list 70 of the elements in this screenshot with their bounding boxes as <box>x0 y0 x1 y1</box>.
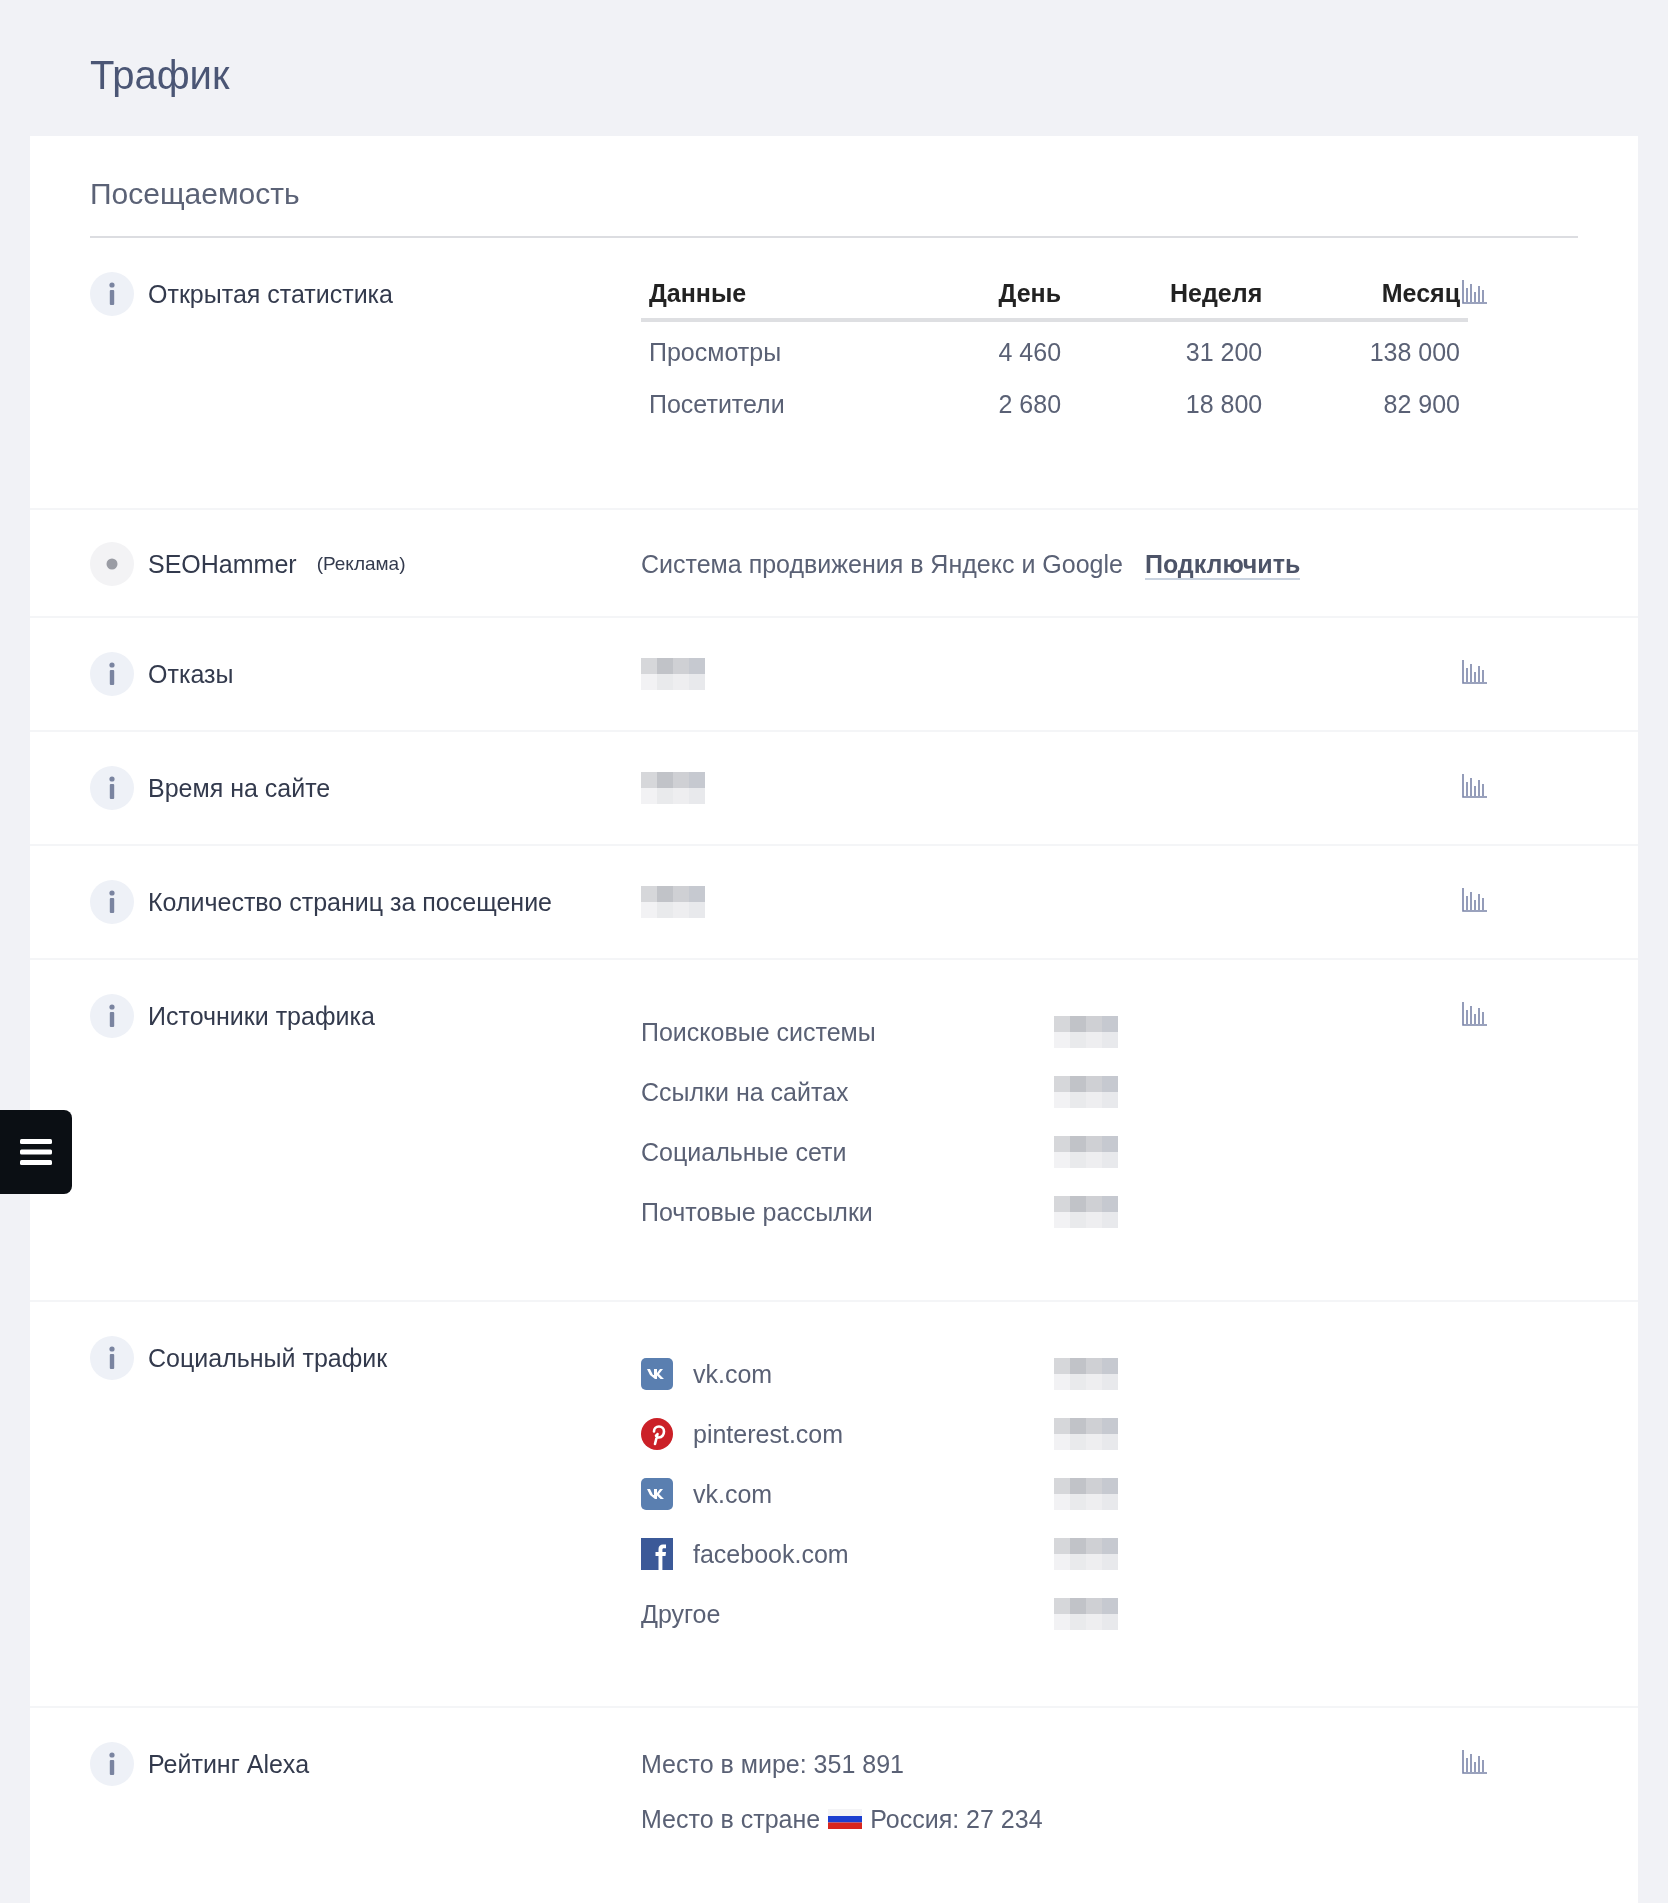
column-header: День <box>923 272 1070 320</box>
menu-button[interactable] <box>0 1110 72 1194</box>
table-cell-text: 2 680 <box>997 389 1063 420</box>
blurred-value <box>641 886 705 918</box>
blurred-value <box>641 772 705 804</box>
connect-link[interactable]: Подключить <box>1144 550 1301 580</box>
row-label: Рейтинг Alexa <box>148 1749 310 1780</box>
table-cell: Просмотры <box>641 320 923 378</box>
rank-text: Россия: 27 234 <box>870 1804 1043 1835</box>
row-label: Количество страниц за посещение <box>148 887 553 918</box>
item-name: Поисковые системы <box>641 1017 876 1048</box>
section-title: Посещаемость <box>90 136 1578 238</box>
item-name: Почтовые рассылки <box>641 1197 873 1228</box>
menu-icon <box>20 1139 52 1165</box>
table-cell: 31 200 <box>1069 320 1271 378</box>
info-icon[interactable] <box>90 272 134 316</box>
info-icon[interactable] <box>90 766 134 810</box>
column-header: Месяц <box>1270 272 1468 320</box>
blurred-value <box>1054 1196 1118 1228</box>
table-cell: 4 460 <box>923 320 1070 378</box>
row-label: Источники трафика <box>148 1001 375 1032</box>
item-name: facebook.com <box>693 1539 849 1570</box>
chart-icon[interactable] <box>1462 660 1488 684</box>
dot-icon <box>90 542 134 586</box>
blurred-value <box>1054 1076 1118 1108</box>
blurred-value <box>1054 1016 1118 1048</box>
page-title: Трафик <box>89 52 231 99</box>
chart-icon[interactable] <box>1462 888 1488 912</box>
pinterest-logo-icon <box>641 1418 673 1450</box>
row-label: Отказы <box>148 659 234 690</box>
column-header: Неделя <box>1069 272 1271 320</box>
row-label: Социальный трафик <box>148 1343 388 1374</box>
item-name: Другое <box>641 1599 721 1630</box>
item-name: Ссылки на сайтах <box>641 1077 849 1108</box>
blurred-value <box>1054 1478 1118 1510</box>
chart-icon[interactable] <box>1462 1002 1488 1026</box>
chart-icon[interactable] <box>1462 774 1488 798</box>
vk-logo-icon <box>641 1358 673 1390</box>
column-header: Данные <box>641 272 923 320</box>
info-icon[interactable] <box>90 1336 134 1380</box>
info-icon[interactable] <box>90 1742 134 1786</box>
info-icon[interactable] <box>90 880 134 924</box>
ad-note: (Реклама) <box>316 552 406 576</box>
blurred-value <box>641 658 705 690</box>
flag-icon <box>828 1809 863 1829</box>
row-label: Открытая статистика <box>148 279 393 310</box>
blurred-value <box>1054 1418 1118 1450</box>
table-cell-text: Посетители <box>648 389 786 420</box>
item-name: Социальные сети <box>641 1137 847 1168</box>
chart-icon[interactable] <box>1462 1750 1488 1774</box>
item-name: vk.com <box>693 1359 773 1390</box>
row-label: SEOHammer <box>148 549 297 580</box>
table-cell: 138 000 <box>1270 320 1468 378</box>
item-name: pinterest.com <box>693 1419 844 1450</box>
blurred-value <box>1054 1598 1118 1630</box>
rank-text: Место в мире: 351 891 <box>641 1749 904 1780</box>
facebook-logo-icon <box>641 1538 673 1570</box>
table-cell-text: 18 800 <box>1184 389 1264 420</box>
info-icon[interactable] <box>90 994 134 1038</box>
chart-icon[interactable] <box>1462 280 1488 304</box>
blurred-value <box>1054 1358 1118 1390</box>
info-icon[interactable] <box>90 652 134 696</box>
item-name: vk.com <box>693 1479 773 1510</box>
blurred-value <box>1054 1136 1118 1168</box>
blurred-value <box>1054 1538 1118 1570</box>
rank-label: Место в стране <box>641 1804 821 1835</box>
ad-text: Система продвижения в Яндекс и Google <box>641 550 1123 578</box>
table-cell-text: 82 900 <box>1382 389 1461 420</box>
row-label: Время на сайте <box>148 773 331 804</box>
vk-logo-icon <box>641 1478 673 1510</box>
